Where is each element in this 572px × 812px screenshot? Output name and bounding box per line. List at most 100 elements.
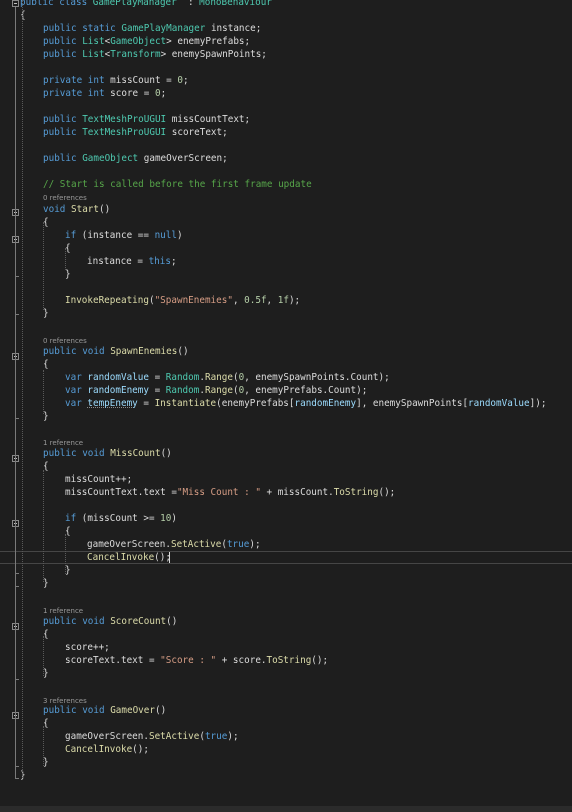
code-token: Range xyxy=(204,372,233,383)
code-line: } xyxy=(0,307,572,320)
code-line: public void SpawnEnemies() xyxy=(0,345,572,358)
indent-guide xyxy=(65,248,66,270)
code-token: public xyxy=(43,705,83,716)
outline-line-end xyxy=(15,573,19,574)
code-token: (); xyxy=(311,655,329,666)
code-token: randomValue xyxy=(87,372,149,383)
code-text: public TextMeshProUGUI missCountText; xyxy=(43,113,250,126)
code-token: randomEnemy xyxy=(87,385,149,396)
code-text: CancelInvoke(); xyxy=(65,743,149,756)
code-line: if (missCount >= 10) xyxy=(0,512,572,525)
code-token: GameObject xyxy=(110,36,167,47)
code-token: + score. xyxy=(216,655,267,666)
code-token: void xyxy=(82,616,111,627)
code-line: gameOverScreen.SetActive(true); xyxy=(0,538,572,551)
code-token: missCount = xyxy=(110,75,178,86)
code-token: public xyxy=(43,114,83,125)
outline-line xyxy=(15,632,16,679)
indent-guide xyxy=(43,222,44,310)
outline-line xyxy=(15,529,16,573)
code-line: InvokeRepeating("SpawnEnemies", 0.5f, 1f… xyxy=(0,294,572,307)
code-text: public void SpawnEnemies() xyxy=(43,345,189,358)
code-line: { xyxy=(0,460,572,473)
code-text: public TextMeshProUGUI scoreText; xyxy=(43,126,228,139)
outline-line-end xyxy=(15,314,19,315)
code-line: public List<Transform> enemySpawnPoints; xyxy=(0,48,572,61)
code-line: public void ScoreCount() xyxy=(0,615,572,628)
code-token: > enemyPrefabs; xyxy=(166,36,251,47)
code-token: (enemyPrefabs[ xyxy=(216,398,295,409)
code-text: gameOverScreen.SetActive(true); xyxy=(65,730,239,743)
code-token: ); xyxy=(288,295,301,306)
code-token: ; xyxy=(170,256,177,267)
code-text: InvokeRepeating("SpawnEnemies", 0.5f, 1f… xyxy=(65,294,300,307)
code-token: ToString xyxy=(266,655,312,666)
code-token: (); xyxy=(132,744,149,755)
code-token: public xyxy=(43,36,83,47)
code-text: public void ScoreCount() xyxy=(43,615,177,628)
code-token: TextMeshProUGUI xyxy=(82,114,167,125)
code-token: "Miss Count : " xyxy=(176,487,261,498)
horizontal-scrollbar[interactable] xyxy=(0,806,572,812)
indent-guide xyxy=(65,534,66,574)
code-token: public xyxy=(43,23,83,34)
code-token: true xyxy=(204,731,228,742)
code-line: // Start is called before the first fram… xyxy=(0,178,572,191)
code-line: score++; xyxy=(0,641,572,654)
code-text: public List<GameObject> enemyPrefabs; xyxy=(43,35,250,48)
code-text: missCount++; xyxy=(65,473,132,486)
code-token: void xyxy=(82,448,111,459)
code-token: (); xyxy=(378,487,396,498)
code-line: public static GamePlayManager instance; xyxy=(0,22,572,35)
code-token: public xyxy=(43,153,83,164)
code-token: Start xyxy=(71,204,99,215)
code-token: public xyxy=(20,0,60,8)
code-token: ; xyxy=(160,88,167,99)
code-token: public xyxy=(43,346,83,357)
fold-collapse-icon[interactable] xyxy=(12,0,19,7)
code-text: public GameObject gameOverScreen; xyxy=(43,152,228,165)
code-editor[interactable]: public class GamePlayManager : MonoBehav… xyxy=(0,0,572,812)
code-text: public void MissCount() xyxy=(43,447,172,460)
code-token: List xyxy=(82,36,105,47)
code-token: static xyxy=(82,23,122,34)
indent-guide xyxy=(43,726,44,766)
code-line: public void GameOver() xyxy=(0,704,572,717)
code-line: } xyxy=(0,667,572,680)
code-token: : xyxy=(176,0,200,8)
code-token: Random xyxy=(165,385,200,396)
code-token: missCountText; xyxy=(166,114,251,125)
code-line: if (instance == null) xyxy=(0,229,572,242)
code-token: instance = xyxy=(87,256,149,267)
code-token: SpawnEnemies xyxy=(110,346,178,357)
code-token: instance; xyxy=(205,23,262,34)
outline-line-end xyxy=(15,276,19,277)
code-token: scoreText.text = xyxy=(65,655,161,666)
code-line: scoreText.text = "Score : " + score.ToSt… xyxy=(0,654,572,667)
code-token: = xyxy=(137,398,155,409)
code-token: 0.5f xyxy=(244,295,267,306)
code-token: void xyxy=(43,204,71,215)
code-token: , enemySpawnPoints.Count); xyxy=(244,372,390,383)
code-token: { xyxy=(43,359,49,370)
code-token: ); xyxy=(227,731,239,742)
code-line: { xyxy=(0,628,572,641)
code-line: } xyxy=(0,410,572,423)
code-token: randomEnemy xyxy=(294,398,357,409)
code-token: = xyxy=(148,372,166,383)
code-token: missCount++; xyxy=(65,474,133,485)
code-token: MonoBehaviour xyxy=(199,0,272,8)
code-line: { xyxy=(0,216,572,229)
code-token: int xyxy=(87,88,111,99)
code-token: var xyxy=(65,372,88,383)
code-token: score++; xyxy=(65,642,110,653)
code-token: 10 xyxy=(160,513,172,524)
code-token: ); xyxy=(249,539,261,550)
code-token: () xyxy=(166,616,178,627)
code-token: (missCount >= xyxy=(81,513,161,524)
